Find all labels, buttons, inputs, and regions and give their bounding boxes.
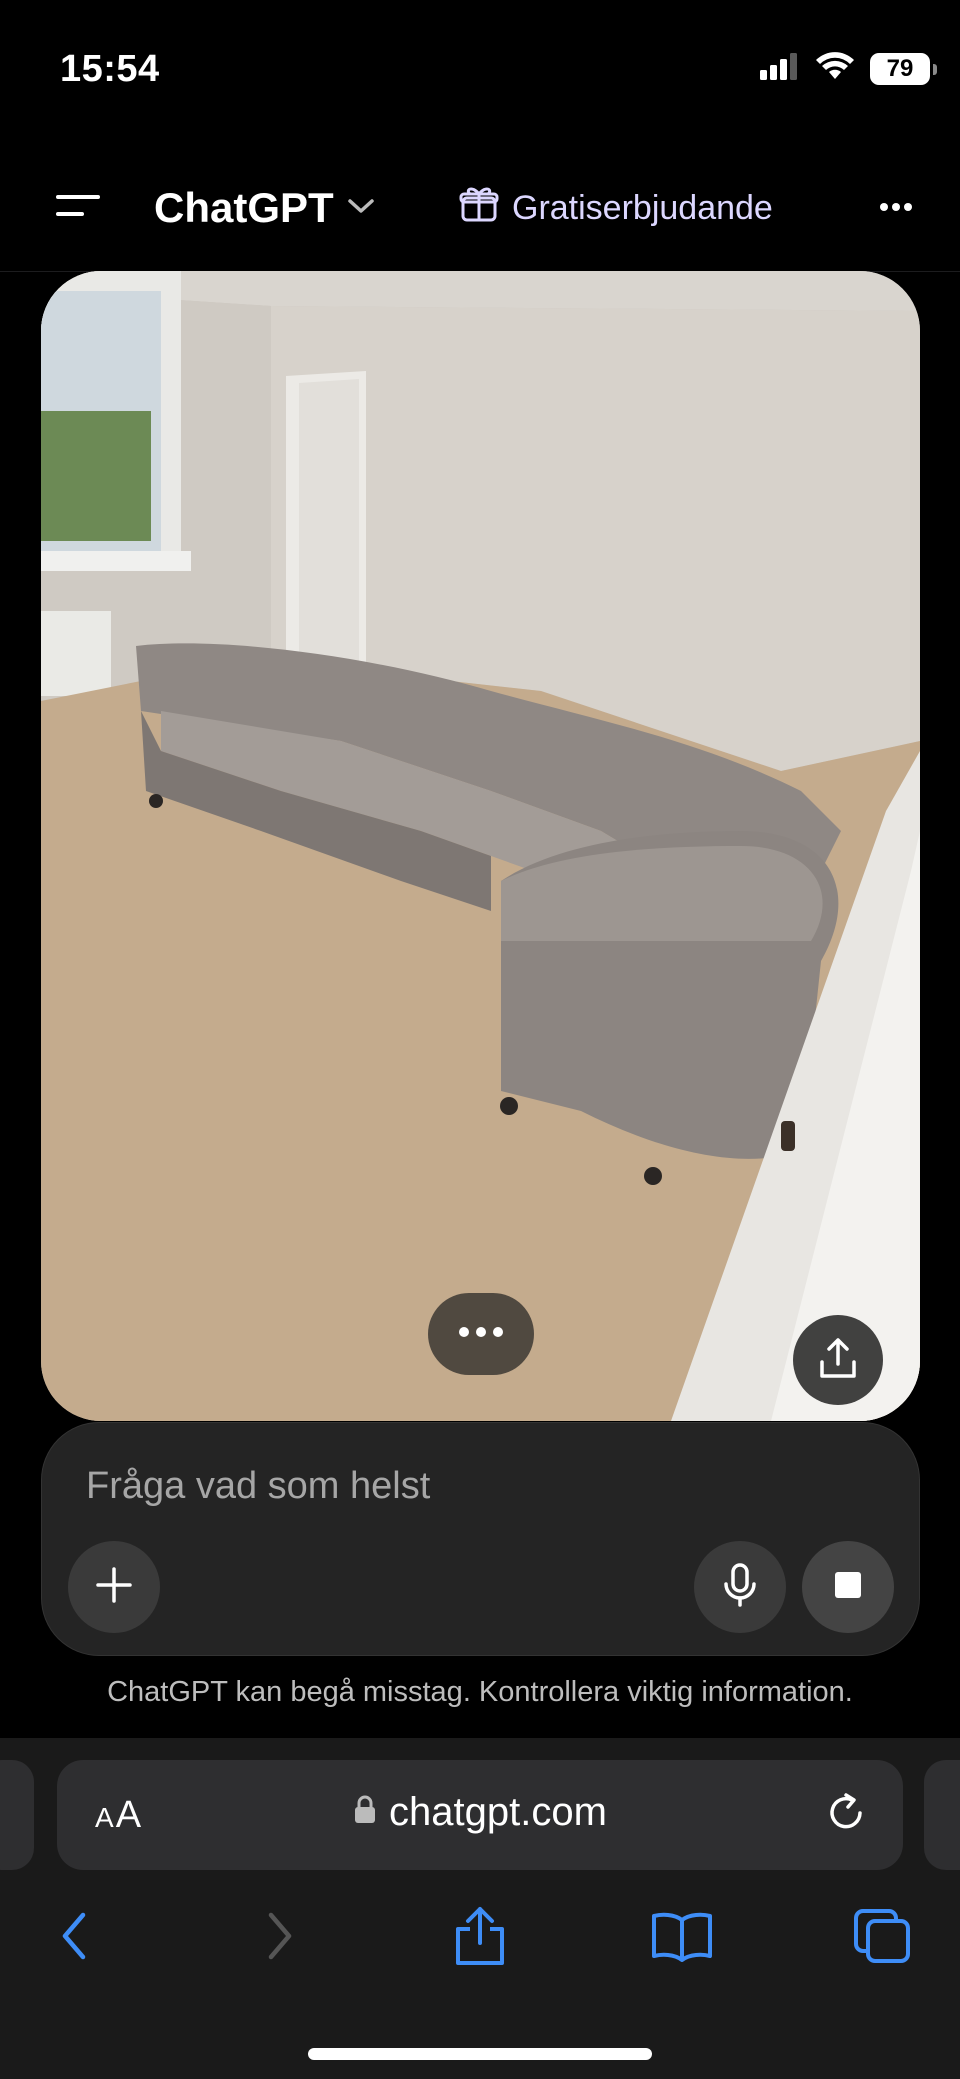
chevron-down-icon (346, 196, 376, 221)
address-bar[interactable]: A A chatgpt.com (57, 1760, 903, 1870)
promo-button[interactable]: Gratiserbjudande (458, 176, 773, 240)
chat-header: ChatGPT Gratiserbjudande (0, 140, 960, 272)
image-share-button[interactable] (793, 1315, 883, 1405)
battery-icon: 79 (870, 52, 937, 85)
tabs-button[interactable] (832, 1888, 932, 1988)
more-options-button[interactable] (864, 176, 928, 240)
previous-tab-preview[interactable] (0, 1760, 34, 1870)
bookmarks-icon (650, 1910, 714, 1967)
promo-label: Gratiserbjudande (512, 188, 773, 227)
model-selector[interactable]: ChatGPT (154, 176, 376, 240)
gift-icon (458, 183, 500, 234)
plus-icon (94, 1565, 134, 1610)
browser-nav-row (0, 1888, 960, 1988)
menu-button[interactable] (46, 176, 110, 240)
wifi-icon (816, 52, 854, 85)
more-options-icon (458, 1325, 504, 1343)
signal-icon (760, 52, 800, 85)
lock-icon (353, 1795, 377, 1830)
status-bar: 15:54 79 (0, 0, 960, 140)
disclaimer-text: ChatGPT kan begå misstag. Kontrollera vi… (107, 1676, 853, 1708)
stop-generation-button[interactable] (802, 1541, 894, 1633)
status-icons: 79 (760, 52, 937, 85)
home-indicator[interactable] (308, 2048, 652, 2060)
back-button[interactable] (24, 1888, 124, 1988)
bookmarks-button[interactable] (632, 1888, 732, 1988)
url-display[interactable]: chatgpt.com (57, 1790, 903, 1835)
menu-icon (54, 190, 102, 227)
message-input[interactable]: Fråga vad som helst (86, 1465, 430, 1508)
share-icon (454, 1905, 506, 1972)
status-time: 15:54 (60, 48, 160, 90)
browser-toolbar: A A chatgpt.com (0, 1738, 960, 2079)
forward-button[interactable] (230, 1888, 330, 1988)
url-text: chatgpt.com (389, 1790, 607, 1834)
message-composer[interactable]: Fråga vad som helst (41, 1422, 920, 1656)
microphone-icon (722, 1562, 758, 1613)
add-attachment-button[interactable] (68, 1541, 160, 1633)
voice-input-button[interactable] (694, 1541, 786, 1633)
reload-icon (824, 1791, 868, 1840)
share-page-button[interactable] (430, 1888, 530, 1988)
next-tab-preview[interactable] (924, 1760, 960, 1870)
reload-button[interactable] (819, 1788, 873, 1842)
forward-icon (265, 1911, 295, 1966)
image-options-button[interactable] (428, 1293, 534, 1375)
back-icon (59, 1911, 89, 1966)
uploaded-image[interactable] (41, 271, 920, 1421)
sofa-photo (41, 271, 920, 1421)
share-icon (818, 1336, 858, 1385)
tabs-icon (852, 1907, 912, 1970)
stop-icon (833, 1570, 863, 1605)
more-icon (879, 199, 913, 217)
app-title: ChatGPT (154, 184, 334, 231)
